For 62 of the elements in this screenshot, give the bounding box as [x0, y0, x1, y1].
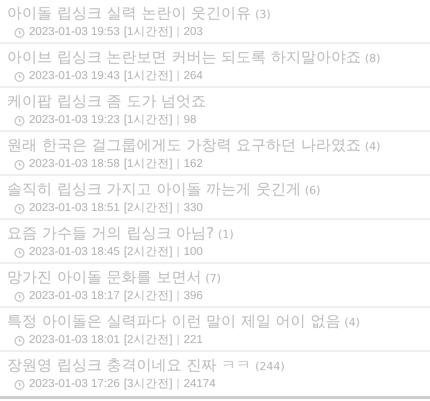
time-ago: [2시간전]: [124, 289, 173, 304]
post-title[interactable]: 솔직히 립싱크 가지고 아이돌 까는게 웃긴게: [7, 178, 301, 200]
meta-separator: |: [176, 69, 180, 84]
comment-count: (1): [218, 228, 234, 241]
post-title[interactable]: 특정 아이돌은 실력파다 이런 말이 제일 어이 없음: [7, 310, 340, 332]
view-count: 162: [184, 157, 203, 172]
post-date: 2023-01-03 19:43: [29, 69, 120, 84]
meta-separator: |: [176, 157, 180, 172]
post-date: 2023-01-03 18:58: [29, 157, 120, 172]
post-title[interactable]: 원래 한국은 걸그룹에게도 가창력 요구하던 나라였죠: [7, 134, 361, 156]
time-ago: [3시간전]: [124, 377, 173, 392]
post-title[interactable]: 망가진 아이돌 문화를 보면서: [7, 266, 202, 288]
view-count: 396: [184, 289, 203, 304]
time-ago: [2시간전]: [124, 333, 173, 348]
clock-icon: [14, 158, 25, 170]
post-date: 2023-01-03 19:23: [29, 113, 120, 128]
view-count: 203: [184, 25, 203, 40]
post-title[interactable]: 요즘 가수들 거의 립싱크 아님?: [7, 222, 214, 244]
clock-icon: [14, 202, 25, 214]
clock-icon: [14, 114, 25, 126]
post-title[interactable]: 아이브 립싱크 논란보면 커버는 되도록 하지말아야죠: [7, 46, 361, 68]
comment-count: (6): [304, 184, 320, 197]
comment-count: (3): [255, 8, 271, 21]
time-ago: [2시간전]: [124, 245, 173, 260]
post-title[interactable]: 아이돌 립싱크 실력 논란이 웃긴이유: [7, 2, 252, 24]
comment-count: (4): [344, 316, 360, 329]
clock-icon: [14, 378, 25, 390]
time-ago: [1시간전]: [124, 25, 173, 40]
meta-separator: |: [176, 377, 180, 392]
clock-icon: [14, 246, 25, 258]
meta-separator: |: [176, 245, 180, 260]
post-date: 2023-01-03 18:45: [29, 245, 120, 260]
view-count: 98: [184, 113, 196, 128]
post-date: 2023-01-03 18:17: [29, 289, 120, 304]
clock-icon: [14, 70, 25, 82]
meta-separator: |: [176, 25, 180, 40]
meta-separator: |: [176, 289, 180, 304]
time-ago: [1시간전]: [124, 157, 173, 172]
clock-icon: [14, 290, 25, 302]
meta-separator: |: [176, 333, 180, 348]
post-date: 2023-01-03 18:01: [29, 333, 120, 348]
view-count: 330: [184, 201, 203, 216]
view-count: 221: [184, 333, 203, 348]
post-title[interactable]: 장원영 립싱크 충격이네요 진짜 ㅋㅋ: [7, 354, 252, 376]
comment-count: (8): [364, 52, 380, 65]
time-ago: [2시간전]: [124, 201, 173, 216]
time-ago: [1시간전]: [124, 69, 173, 84]
comment-count: (4): [364, 140, 380, 153]
post-title[interactable]: 케이팝 립싱크 좀 도가 넘엇죠: [7, 90, 206, 112]
clock-icon: [14, 26, 25, 38]
view-count: 24174: [184, 377, 216, 392]
comment-count: (7): [205, 272, 221, 285]
post-date: 2023-01-03 18:51: [29, 201, 120, 216]
post-date: 2023-01-03 17:26: [29, 377, 120, 392]
view-count: 264: [184, 69, 203, 84]
post-date: 2023-01-03 19:53: [29, 25, 120, 40]
clock-icon: [14, 334, 25, 346]
meta-separator: |: [176, 113, 180, 128]
time-ago: [1시간전]: [124, 113, 173, 128]
meta-separator: |: [176, 201, 180, 216]
view-count: 100: [184, 245, 203, 260]
comment-count: (244): [255, 360, 285, 373]
